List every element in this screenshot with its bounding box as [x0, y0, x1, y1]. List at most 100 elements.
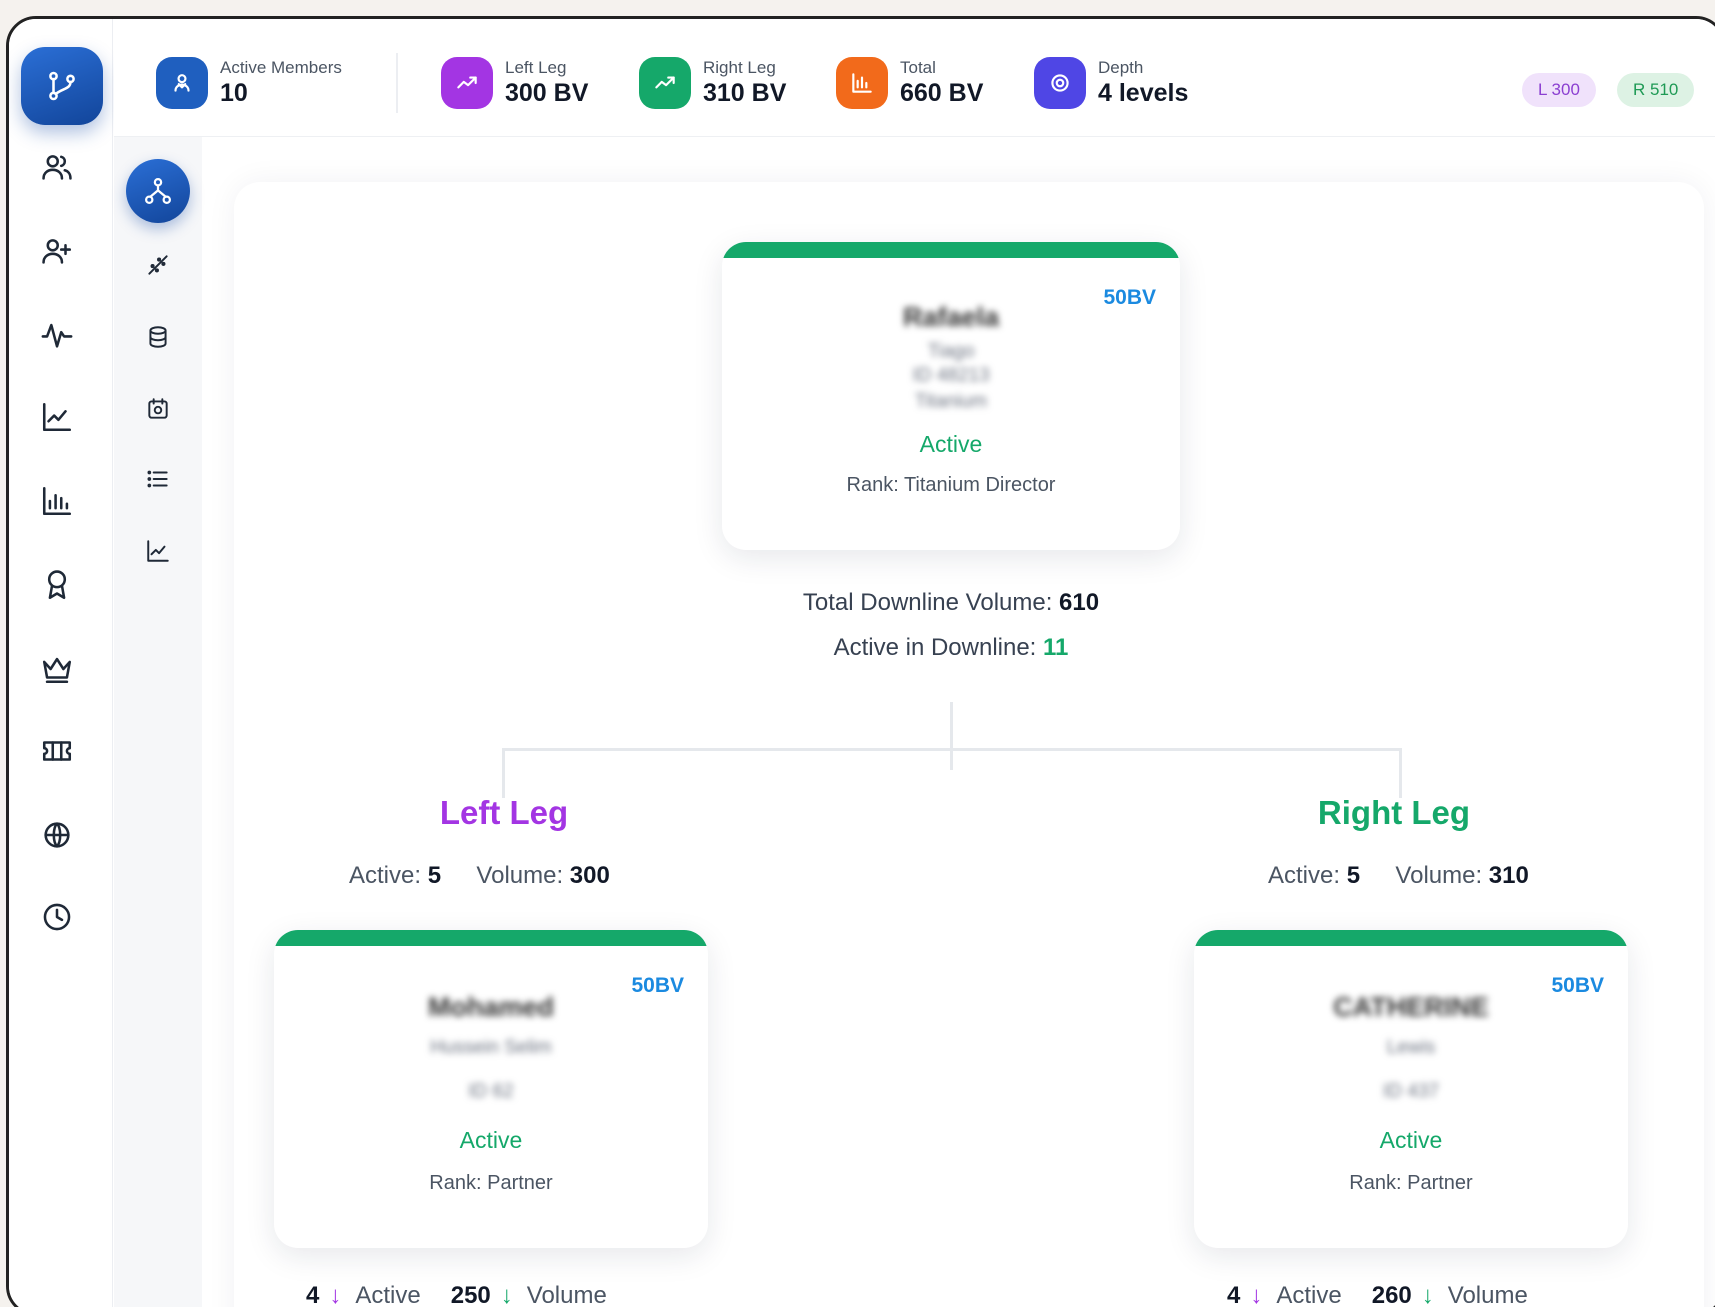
stat-label: Left Leg: [505, 58, 567, 77]
stat-value: 4 levels: [1098, 79, 1189, 107]
nav-user-add[interactable]: [29, 223, 85, 279]
stats-divider: [396, 53, 398, 113]
member-rank: Rank: Partner: [1349, 1172, 1473, 1194]
left-leg-footer: 4 ↓ Active 250 ↓ Volume: [306, 1282, 607, 1307]
downline-volume-label: Total Downline Volume:: [802, 589, 1053, 616]
database-icon: [149, 326, 167, 348]
member-status: Active: [459, 1127, 523, 1153]
right-member-card[interactable]: 50BV CATHERINE Lewis ID 437 Active Rank:…: [1194, 930, 1628, 1248]
nav-users[interactable]: [29, 139, 85, 195]
bar-chart-icon: [42, 486, 72, 516]
primary-sidebar: [9, 19, 113, 1307]
nav-history[interactable]: [29, 889, 85, 945]
connector-line: [1399, 748, 1402, 798]
left-member-card[interactable]: 50BV Mohamed Hussein Selim ID 62 Active …: [274, 930, 708, 1248]
volume-value: 300: [569, 862, 610, 889]
member-detail: Tiago: [927, 341, 975, 362]
member-rank: Rank: Partner: [429, 1172, 553, 1194]
member-detail: ID 62: [468, 1081, 514, 1102]
stat-value: 300 BV: [505, 79, 589, 107]
nav-line-chart[interactable]: [29, 389, 85, 445]
app-window: Active Members 10 Left Leg 300 BV Right …: [6, 16, 1715, 1307]
line-chart-icon: [42, 402, 72, 432]
footer-volume-value: 260: [1371, 1282, 1412, 1307]
member-rank: Rank: Titanium Director: [846, 474, 1056, 496]
trend-icon: [147, 540, 169, 562]
member-detail: Titanium: [914, 391, 988, 412]
view-scatter[interactable]: [134, 241, 182, 289]
award-icon: [47, 570, 67, 600]
trend-up-icon: [639, 57, 691, 109]
view-list[interactable]: [134, 455, 182, 503]
status-bar: [722, 242, 1180, 258]
nav-globe[interactable]: [29, 807, 85, 863]
right-leg-title: Right Leg: [1317, 794, 1471, 831]
secondary-sidebar: [114, 137, 202, 1307]
arrow-down-icon: ↓: [329, 1282, 342, 1307]
nav-awards[interactable]: [29, 557, 85, 613]
right-leg-summary: Active: 5 Volume: 310: [1268, 862, 1529, 890]
nav-ranks[interactable]: [29, 641, 85, 697]
arrow-down-icon: ↓: [1421, 1282, 1434, 1307]
stat-label: Depth: [1098, 58, 1144, 77]
member-status: Active: [919, 431, 983, 457]
member-detail: ID 437: [1383, 1081, 1439, 1102]
stat-active-members: Active Members 10: [156, 55, 342, 111]
binary-tree-icon: [49, 71, 75, 101]
view-database[interactable]: [134, 313, 182, 361]
nav-activity[interactable]: [29, 307, 85, 363]
footer-active-label: Active: [1276, 1282, 1342, 1307]
stat-label: Right Leg: [703, 58, 776, 77]
footer-volume-value: 250: [450, 1282, 491, 1307]
scatter-icon: [148, 255, 168, 275]
target-icon: [1034, 57, 1086, 109]
footer-volume-label: Volume: [526, 1282, 607, 1307]
nav-binary-tree[interactable]: [21, 47, 103, 125]
member-detail: ID 48213: [912, 365, 990, 386]
downline-active-label: Active in Downline:: [833, 634, 1037, 661]
crown-icon: [42, 657, 72, 684]
stat-value: 310 BV: [703, 79, 787, 107]
right-leg-footer: 4 ↓ Active 260 ↓ Volume: [1227, 1282, 1528, 1307]
ticket-icon: [42, 741, 72, 761]
footer-active-count: 4: [306, 1282, 320, 1307]
activity-icon: [41, 323, 73, 348]
downline-active-value: 11: [1043, 634, 1069, 661]
active-value: 5: [427, 862, 442, 889]
hierarchy-icon: [145, 178, 171, 204]
left-leg-title: Left Leg: [439, 794, 569, 831]
clock-icon: [43, 903, 71, 931]
stat-value: 660 BV: [900, 79, 984, 107]
member-detail: Hussein Selim: [430, 1037, 552, 1058]
team-icon: [156, 57, 208, 109]
trend-up-icon: [441, 57, 493, 109]
member-name: Mohamed: [427, 992, 554, 1022]
stats-bar: Active Members 10 Left Leg 300 BV Right …: [114, 19, 1715, 137]
nav-bar-chart[interactable]: [29, 473, 85, 529]
view-trend[interactable]: [134, 527, 182, 575]
connector-line: [502, 748, 505, 798]
stat-label: Active Members: [220, 58, 342, 77]
status-bar: [274, 930, 708, 946]
left-leg-summary: Active: 5 Volume: 300: [349, 862, 610, 890]
arrow-down-icon: ↓: [1250, 1282, 1263, 1307]
active-value: 5: [1346, 862, 1361, 889]
nav-tickets[interactable]: [29, 723, 85, 779]
user-add-icon: [42, 239, 72, 264]
right-volume-pill: R 510: [1617, 73, 1695, 107]
active-label: Active:: [1268, 862, 1341, 889]
stat-value: 10: [220, 79, 248, 107]
stat-label: Total: [900, 58, 936, 77]
footer-active-label: Active: [355, 1282, 421, 1307]
stat-right-leg: Right Leg 310 BV: [639, 55, 786, 111]
active-label: Active:: [349, 862, 422, 889]
connector-line: [950, 702, 953, 770]
footer-volume-label: Volume: [1447, 1282, 1528, 1307]
volume-label: Volume:: [476, 862, 564, 889]
member-name: CATHERINE: [1333, 992, 1489, 1022]
volume-label: Volume:: [1395, 862, 1483, 889]
volume-value: 310: [1488, 862, 1529, 889]
view-hierarchy[interactable]: [126, 159, 190, 223]
view-calendar[interactable]: [134, 385, 182, 433]
root-member-card[interactable]: 50BV Rafaela Tiago ID 48213 Titanium Act…: [722, 242, 1180, 550]
